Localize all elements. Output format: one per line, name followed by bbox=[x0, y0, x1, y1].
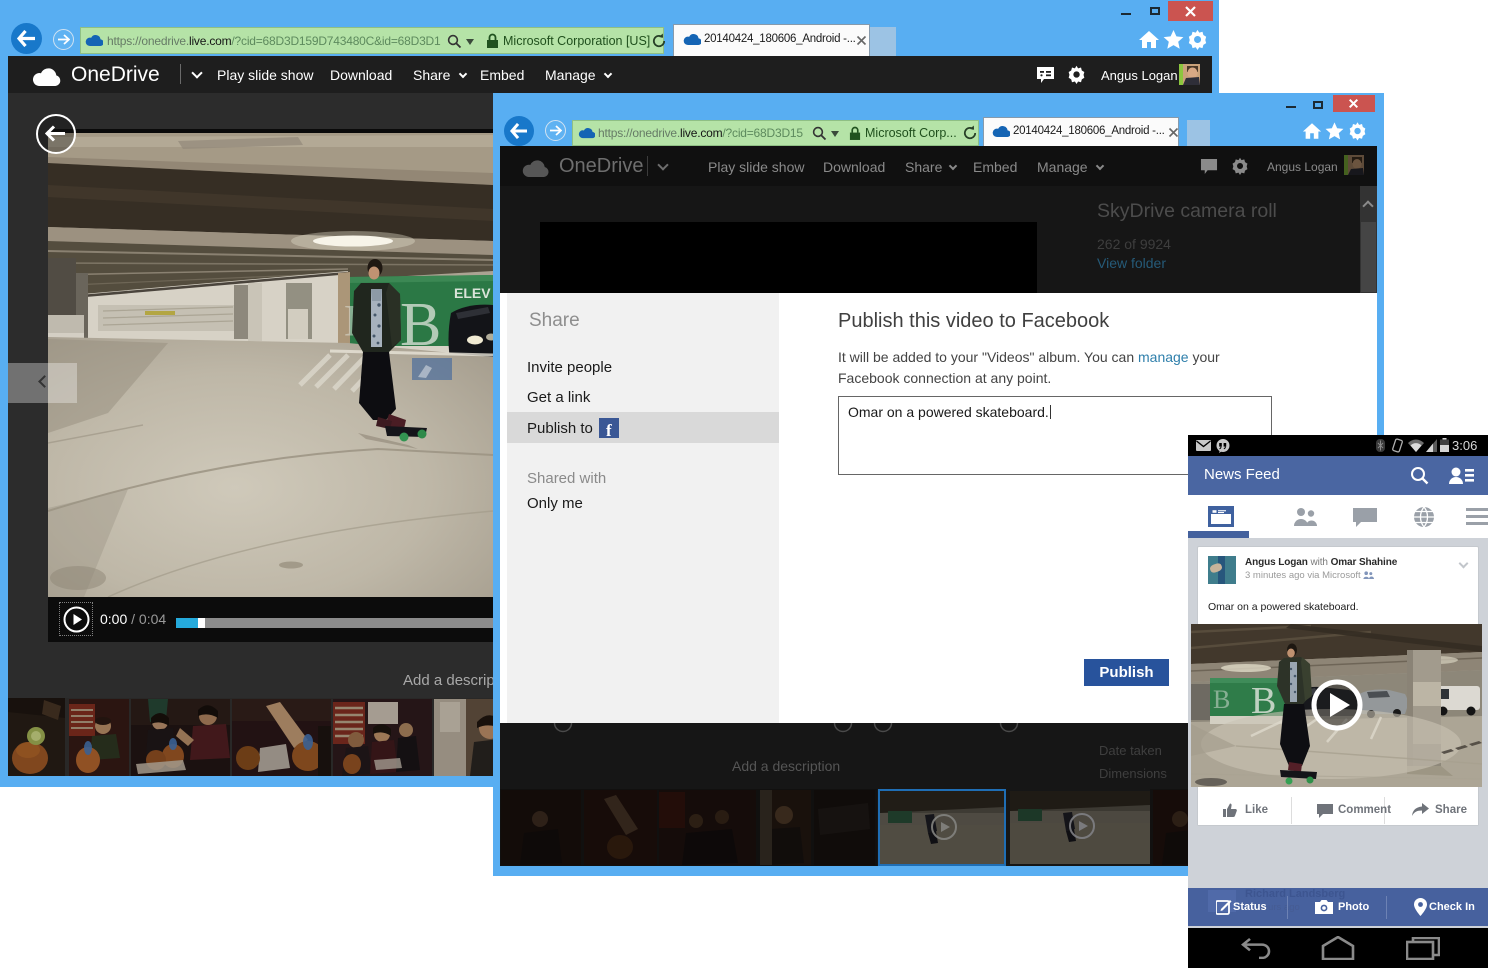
svg-text:B: B bbox=[1213, 685, 1230, 714]
svg-text:ELEV: ELEV bbox=[454, 285, 491, 301]
